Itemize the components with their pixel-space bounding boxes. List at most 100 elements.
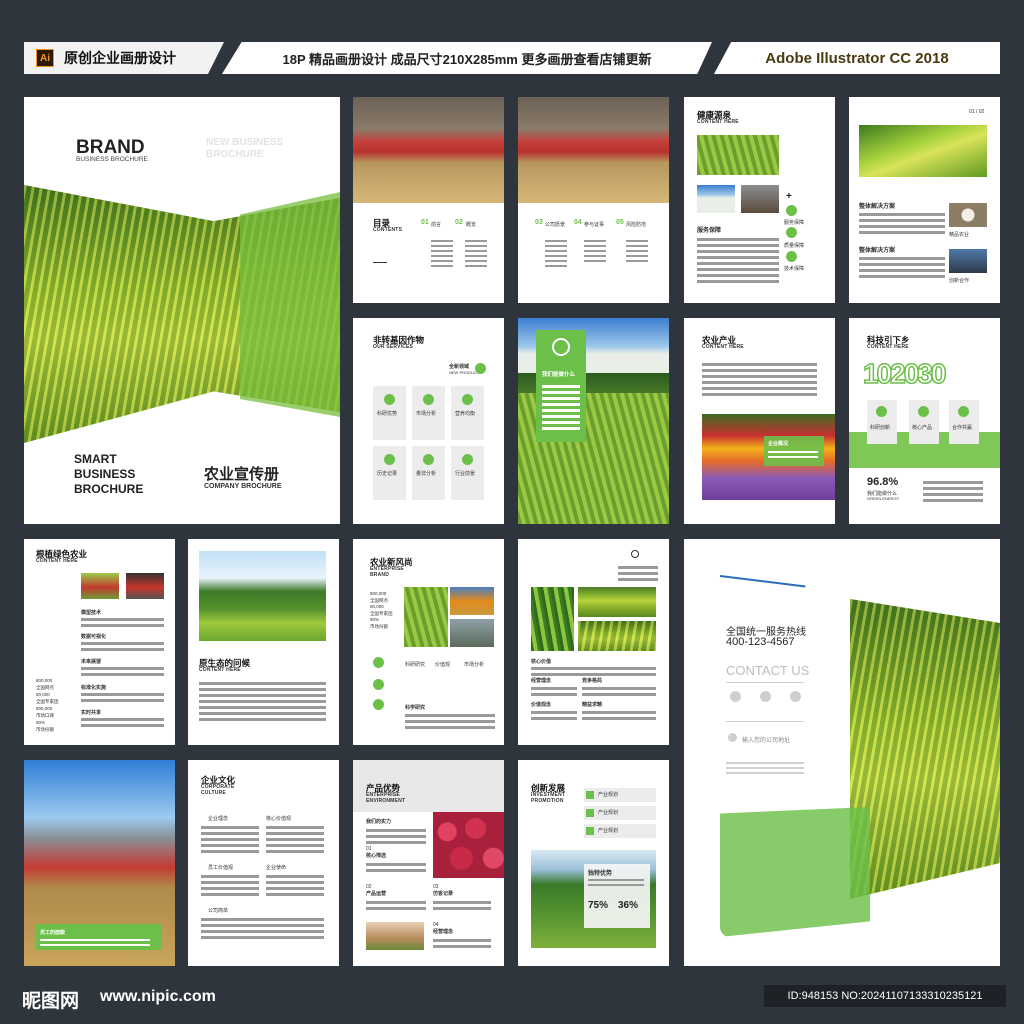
service-label: 科研优势: [377, 411, 398, 417]
feature-label: 科研创新: [870, 425, 891, 431]
bullet-icon: [373, 699, 384, 710]
item-label: 科学研究: [405, 705, 426, 711]
service-card: 历史记录: [373, 446, 406, 500]
section-number: 01: [421, 219, 429, 226]
field-image: [404, 587, 448, 647]
box-title: 我们能做什么: [542, 372, 576, 378]
service-card: 营养均衡: [451, 386, 484, 440]
service-card: 量非分析: [412, 446, 445, 500]
green-agri-sub: CONTENT HERE: [36, 558, 78, 565]
bullet-icon: [786, 251, 797, 262]
illustrator-icon: Ai: [36, 49, 54, 67]
tech-page: 科技引下乡 CONTENT HERE 102030 科研创新 核心产品 合作共赢 …: [849, 318, 1000, 524]
product-sub2: ENVIRONMENT: [366, 797, 406, 804]
stat-line: 800,000: [36, 678, 53, 683]
image-label: 精品农业: [949, 232, 970, 238]
product-page: 产品优势 ENTERPRISE ENVIRONMENT 我们的实力 01 核心筛选 …: [353, 760, 504, 966]
section-heading: 风险防范: [626, 222, 647, 228]
service-label: 历史记录: [377, 471, 398, 477]
hands-image: [366, 922, 424, 950]
mountain-image: [199, 551, 326, 641]
overlay-label: 企业概况: [768, 441, 789, 447]
item-heading: 产品运营: [366, 891, 387, 897]
header-right-banner: Adobe Illustrator CC 2018: [714, 42, 1000, 74]
corn-image: [531, 587, 574, 651]
section-heading: 参与证事: [584, 222, 605, 228]
divider: [726, 682, 804, 683]
big-numbers: 102030: [862, 357, 947, 390]
solution-heading: 整体解决方案: [859, 248, 896, 254]
item-heading: 我们的实力: [366, 819, 392, 825]
page-counter: 01 / 02: [969, 109, 985, 115]
bullet-icon: [786, 227, 797, 238]
mail-icon: [760, 691, 771, 702]
location-icon: [728, 733, 737, 742]
section-number: 03: [535, 219, 543, 226]
industry-page: 农业产业 CONTENT HERE 企业概况: [684, 318, 835, 524]
eco-sub: CONTENT HERE: [199, 667, 241, 674]
back-wheat-image: [850, 599, 1000, 899]
trend-sub2: BRAND: [370, 571, 390, 578]
header-left-title: 原创企业画册设计: [64, 50, 176, 66]
service-card: 科研优势: [373, 386, 406, 440]
item-heading: 员工价值观: [208, 865, 234, 871]
contents-page-2: 03 公司愿景 04 参与证事 05 风险防范: [518, 97, 669, 303]
watermark-logo: 昵图网: [22, 990, 80, 1012]
phone-number: 400-123-4567: [726, 636, 795, 648]
item-heading: 公司简单: [208, 908, 229, 914]
egg-image: [949, 203, 987, 227]
phone-icon: [730, 691, 741, 702]
big-number: 0: [876, 357, 893, 390]
item-heading: 经营理念: [531, 678, 552, 684]
services-page: 非转基因作物 OUR SERVICES 全新领域 NEW PRODUCTS 科研优…: [353, 318, 504, 524]
tech-sub: CONTENT HERE: [867, 344, 909, 351]
culture-title: 企业文化 CORPORATE CULTURE: [201, 775, 235, 796]
contents-list: [431, 237, 453, 270]
solution-page: 01 / 02 整体解决方案 整体解决方案 精品农业 创新合作: [849, 97, 1000, 303]
section-number: 04: [574, 219, 582, 226]
globe-icon: [475, 363, 486, 374]
big-number: 1: [862, 357, 879, 390]
item-label: 价值观: [435, 662, 451, 668]
innovation-title: 创新发展 INVESTMENT PROMOTION: [531, 783, 565, 804]
wheat-image: [578, 587, 656, 617]
green-overlay-box: 企业概况: [764, 436, 824, 466]
contents-page: 目录 CONTENTS 01 前言 02 概览: [353, 97, 504, 303]
watermark-url: www.nipic.com: [100, 988, 216, 1005]
stat-line: 市场份额: [36, 727, 54, 732]
services-title: 非转基因作物 OUR SERVICES: [373, 335, 424, 351]
eco-title: 原生态的问候 CONTENT HERE: [199, 658, 250, 674]
industry-title: 农业产业 CONTENT HERE: [702, 335, 744, 351]
service-card: 市场分析: [412, 386, 445, 440]
image-id-text: ID:948153 NO:20241107133310235121: [787, 990, 983, 1002]
web-icon: [790, 691, 801, 702]
item-label: 科研研究: [405, 662, 426, 668]
divider: [726, 721, 804, 722]
smart-business-text: SMART BUSINESS BROCHURE: [74, 452, 143, 497]
services-sub: OUR SERVICES: [373, 344, 414, 351]
service-icon: [384, 454, 395, 465]
item-label: 市场分析: [464, 662, 485, 668]
software-version: Adobe Illustrator CC 2018: [765, 49, 949, 67]
big-number: 3: [917, 357, 934, 390]
smart-line-3: BROCHURE: [74, 482, 144, 496]
green-agri-title: 根植绿色农业 CONTENT HERE: [36, 549, 87, 565]
product-title: 产品优势 ENTERPRISE ENVIRONMENT: [366, 783, 406, 804]
feature-card: 科研创新: [867, 400, 897, 444]
list-row: 产业规划: [584, 788, 656, 802]
industry-sub: CONTENT HERE: [702, 344, 744, 351]
header-middle-banner: 18P 精品画册设计 成品尺寸210X285mm 更多画册查看店铺更新: [222, 42, 712, 74]
address-text: 输入您的公司地址: [742, 738, 791, 744]
innovation-sub2: PROMOTION: [531, 797, 564, 804]
health-sub: CONTENT HERE: [697, 119, 739, 126]
feature-card: 合作共赢: [949, 400, 979, 444]
big-number: 0: [903, 357, 920, 390]
health-title: 健康源泉 CONTENT HERE: [697, 110, 739, 126]
stat-line: 市场份额: [370, 623, 388, 629]
item-heading: 价值观念: [531, 702, 552, 708]
harvester-image: [518, 97, 669, 203]
bullet-label: 服务保障: [784, 220, 805, 226]
badge-title: 全新领域: [449, 364, 470, 370]
caption-label: 员工的面貌: [40, 930, 66, 936]
stat-line: 80,000: [36, 692, 50, 697]
